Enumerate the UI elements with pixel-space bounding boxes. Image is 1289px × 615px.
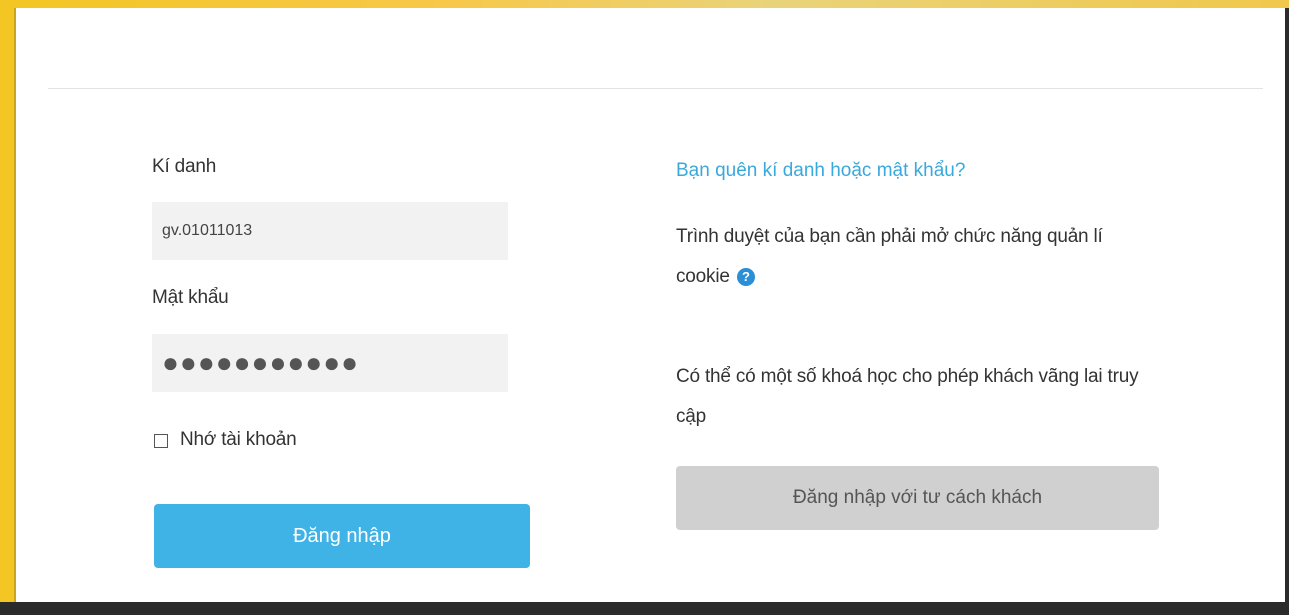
username-input[interactable]: gv.01011013: [152, 202, 508, 260]
guest-notice-line2: cập: [676, 406, 707, 427]
username-label: Kí danh: [152, 156, 217, 177]
help-question-icon[interactable]: ?: [736, 267, 755, 286]
password-input[interactable]: ●●●●●●●●●●●: [152, 334, 508, 392]
cookie-notice-line1: Trình duyệt của bạn cần phải mở chức năn…: [676, 226, 1103, 247]
cookie-notice-line2: cookie ?: [676, 266, 755, 288]
bottom-decorative-band: [0, 602, 1289, 615]
login-button[interactable]: Đăng nhập: [154, 504, 530, 568]
guest-login-button[interactable]: Đăng nhập với tư cách khách: [676, 466, 1159, 530]
password-label: Mật khẩu: [152, 287, 229, 308]
top-decorative-band: [0, 0, 1289, 8]
forgot-credentials-link[interactable]: Bạn quên kí danh hoặc mật khẩu?: [676, 160, 965, 182]
login-card: Kí danh gv.01011013 Mật khẩu ●●●●●●●●●●●…: [14, 8, 1285, 602]
cookie-notice-text: cookie: [676, 266, 730, 287]
guest-notice-line1: Có thể có một số khoá học cho phép khách…: [676, 366, 1139, 387]
left-decorative-strip: [0, 0, 14, 615]
remember-label: Nhớ tài khoản: [180, 429, 297, 450]
username-value: gv.01011013: [162, 222, 253, 239]
remember-checkbox[interactable]: [154, 434, 168, 448]
header-divider: [48, 88, 1263, 89]
password-mask: ●●●●●●●●●●●: [162, 347, 360, 378]
